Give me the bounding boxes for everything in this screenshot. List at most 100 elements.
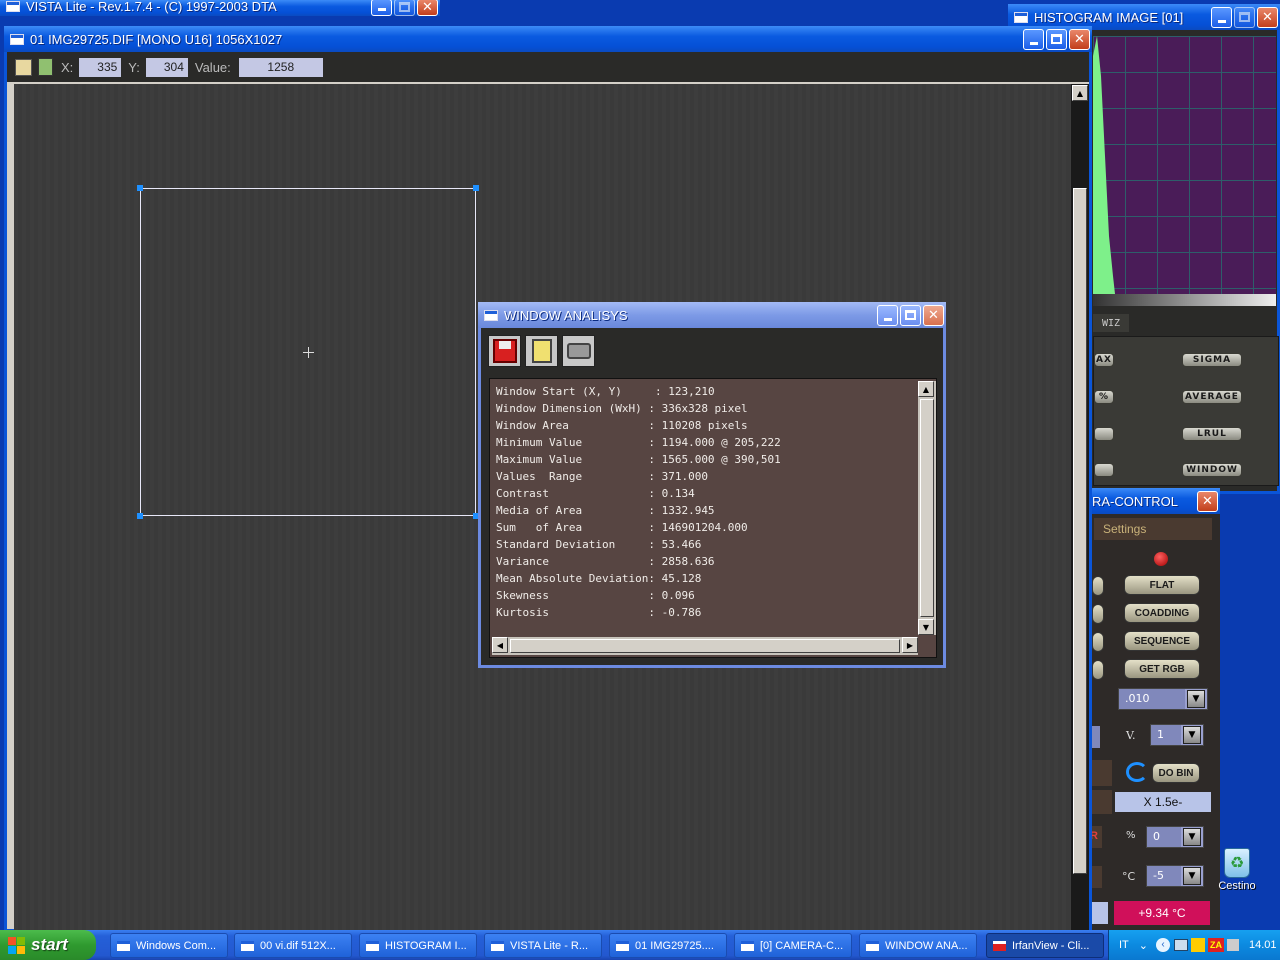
vista-close-button[interactable]: ✕ <box>417 0 438 16</box>
analysis-titlebar[interactable]: WINDOW ANALISYS ✕ <box>478 302 946 328</box>
scroll-down-button[interactable]: ▼ <box>918 619 934 635</box>
save-button[interactable] <box>488 335 521 367</box>
scroll-up-button[interactable]: ▲ <box>1072 85 1088 101</box>
camera-left-button-3[interactable] <box>1092 632 1104 652</box>
scroll-up-button[interactable]: ▲ <box>918 381 934 397</box>
antivirus-icon[interactable] <box>1191 938 1205 952</box>
clock[interactable]: 14.01 <box>1249 939 1277 951</box>
taskbar-item-vista[interactable]: VISTA Lite - R... <box>484 933 602 958</box>
report-value: -0.786 <box>661 606 702 619</box>
x-value-field[interactable]: 335 <box>79 57 122 77</box>
histogram-button-ax[interactable]: AX <box>1094 353 1114 367</box>
histogram-button-sigma[interactable]: SIGMA <box>1182 353 1242 367</box>
scrollbar-thumb[interactable] <box>1073 188 1087 874</box>
sequence-button[interactable]: SEQUENCE <box>1124 631 1200 651</box>
histogram-button-left-3[interactable] <box>1094 427 1114 441</box>
taskbar-item-vi-dif[interactable]: 00 vi.dif 512X... <box>234 933 352 958</box>
maximize-icon <box>905 310 916 320</box>
taskbar-item-irfanview[interactable]: IrfanView - Cli... <box>986 933 1104 958</box>
refresh-icon[interactable] <box>1126 762 1148 782</box>
minimize-icon <box>377 7 386 11</box>
vista-maximize-button[interactable] <box>394 0 415 16</box>
coadding-button[interactable]: COADDING <box>1124 603 1200 623</box>
print-button[interactable] <box>562 335 595 367</box>
camera-icon[interactable] <box>15 58 32 76</box>
exposure-select[interactable]: .010 ▼ <box>1118 688 1208 710</box>
scrollbar-thumb[interactable] <box>920 399 934 617</box>
scroll-right-button[interactable]: ▶ <box>902 637 918 653</box>
system-tray: IT ⌄ ‹ ZA 14.01 <box>1108 930 1280 960</box>
taskbar-item-camera[interactable]: [0] CAMERA-C... <box>734 933 852 958</box>
floppy-disk-icon <box>492 339 517 363</box>
histogram-button-window[interactable]: WINDOW <box>1182 463 1242 477</box>
recycle-bin-icon: ♻ <box>1224 848 1250 878</box>
taskbar-item-histogram[interactable]: HISTOGRAM I... <box>359 933 477 958</box>
scrollbar-thumb[interactable] <box>510 639 900 653</box>
vista-minimize-button[interactable] <box>371 0 392 16</box>
tray-chevron-icon[interactable]: ‹ <box>1156 938 1170 952</box>
image-close-button[interactable]: ✕ <box>1069 28 1090 50</box>
v-select[interactable]: 1 ▼ <box>1150 724 1204 746</box>
histogram-minimize-button[interactable] <box>1211 6 1232 28</box>
image-minimize-button[interactable] <box>1023 28 1044 50</box>
clipboard-icon[interactable] <box>38 58 53 76</box>
taskbar-item-window-analysis[interactable]: WINDOW ANA... <box>859 933 977 958</box>
language-indicator[interactable]: IT <box>1119 939 1129 951</box>
camera-left-button-2[interactable] <box>1092 604 1104 624</box>
camera-control-titlebar[interactable]: RA-CONTROL ✕ <box>1088 488 1220 514</box>
selection-handle-tr[interactable] <box>473 185 479 191</box>
analysis-minimize-button[interactable] <box>877 304 898 326</box>
selection-handle-tl[interactable] <box>137 185 143 191</box>
report-horizontal-scrollbar[interactable]: ◀ ▶ <box>492 637 918 655</box>
report-vertical-scrollbar[interactable]: ▲ ▼ <box>918 381 936 635</box>
taskbar-item-image[interactable]: 01 IMG29725.... <box>609 933 727 958</box>
tray-arrow-icon[interactable]: ⌄ <box>1139 939 1148 952</box>
camera-left-button-4[interactable] <box>1092 660 1104 680</box>
copy-button[interactable] <box>525 335 558 367</box>
image-titlebar[interactable]: 01 IMG29725.DIF [MONO U16] 1056X1027 ✕ <box>4 26 1092 52</box>
zonealarm-icon[interactable]: ZA <box>1208 938 1224 952</box>
camera-control-close-button[interactable]: ✕ <box>1197 490 1218 512</box>
image-vertical-scrollbar[interactable]: ▲ <box>1071 84 1089 930</box>
pixel-value-field[interactable]: 1258 <box>238 57 323 77</box>
vista-titlebar[interactable]: VISTA Lite - Rev.1.7.4 - (C) 1997-2003 D… <box>0 0 440 16</box>
temp-setpoint-value: -5 <box>1147 866 1181 886</box>
temp-setpoint-select[interactable]: -5 ▼ <box>1146 865 1204 887</box>
analysis-maximize-button[interactable] <box>900 304 921 326</box>
analysis-window: WINDOW ANALISYS ✕ Window Start (X, Y) : … <box>478 302 946 668</box>
analysis-title: WINDOW ANALISYS <box>504 307 628 323</box>
camera-settings-tab[interactable]: Settings <box>1094 518 1212 540</box>
dropdown-arrow-icon: ▼ <box>1183 726 1201 744</box>
volume-icon[interactable] <box>1227 939 1239 951</box>
analysis-close-button[interactable]: ✕ <box>923 304 944 326</box>
report-value: 2858.636 <box>661 555 715 568</box>
do-bin-button[interactable]: DO BIN <box>1152 763 1200 783</box>
histogram-tab[interactable]: WIZ <box>1093 314 1129 332</box>
task-label: HISTOGRAM I... <box>385 939 467 952</box>
report-separator: : <box>648 436 662 449</box>
histogram-button-average[interactable]: AVERAGE <box>1182 390 1242 404</box>
gain-label: X 1.5e- <box>1143 795 1183 809</box>
recycle-bin[interactable]: ♻ Cestino <box>1212 848 1262 898</box>
image-maximize-button[interactable] <box>1046 28 1067 50</box>
histogram-button-lrul[interactable]: LRUL <box>1182 427 1242 441</box>
y-value-field[interactable]: 304 <box>145 57 188 77</box>
histogram-maximize-button[interactable] <box>1234 6 1255 28</box>
histogram-button-percent[interactable]: % <box>1094 390 1114 404</box>
scroll-left-button[interactable]: ◀ <box>492 637 508 653</box>
camera-left-button-1[interactable] <box>1092 576 1104 596</box>
temp-reading: +9.34 °C <box>1114 901 1210 925</box>
report-separator: : <box>654 385 669 398</box>
network-icon[interactable] <box>1174 939 1188 951</box>
flat-button[interactable]: FLAT <box>1124 575 1200 595</box>
selection-rectangle[interactable] <box>137 185 479 519</box>
histogram-close-button[interactable]: ✕ <box>1257 6 1278 28</box>
recycle-bin-label: Cestino <box>1218 880 1256 892</box>
get-rgb-button[interactable]: GET RGB <box>1124 659 1200 679</box>
taskbar-item-windows-com[interactable]: Windows Com... <box>110 933 228 958</box>
selection-handle-bl[interactable] <box>137 513 143 519</box>
percent-select[interactable]: 0 ▼ <box>1146 826 1204 848</box>
histogram-button-left-4[interactable] <box>1094 463 1114 477</box>
start-button[interactable]: start <box>0 930 96 960</box>
report-label: Standard Deviation <box>496 538 649 551</box>
